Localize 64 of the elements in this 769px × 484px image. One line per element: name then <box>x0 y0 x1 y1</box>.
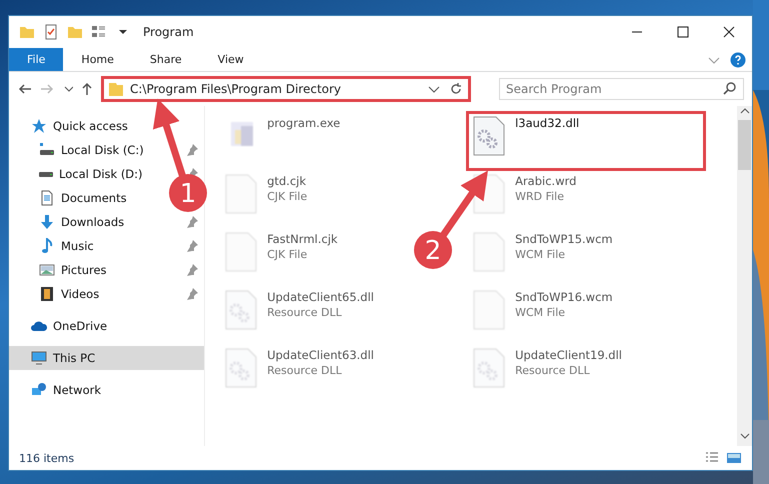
annotation-badge: 1 <box>169 174 207 212</box>
music-note-icon <box>39 238 55 254</box>
download-arrow-icon <box>39 214 55 230</box>
drive-icon <box>39 172 53 176</box>
document-icon <box>39 190 55 206</box>
pin-icon <box>186 264 198 276</box>
annotation-badge: 2 <box>414 231 452 269</box>
sidebar-item[interactable]: Documents <box>9 186 133 210</box>
monitor-icon <box>31 350 47 366</box>
file-item[interactable]: SndToWP16.wcm WCM File <box>467 286 617 344</box>
sidebar-item[interactable]: Videos <box>9 282 106 306</box>
address-bar[interactable]: C:\Program Files\Program Directory <box>101 76 471 102</box>
ribbon-tab[interactable]: Share <box>132 48 200 71</box>
file-item[interactable]: UpdateClient63.dll Resource DLL <box>219 344 378 402</box>
file-item[interactable]: UpdateClient19.dll Resource DLL <box>467 344 626 402</box>
ribbon-tab[interactable]: View <box>200 48 262 71</box>
drive-icon <box>39 142 55 158</box>
close-icon <box>721 24 737 40</box>
properties-icon <box>91 24 107 40</box>
minimize-icon <box>632 31 642 33</box>
item-count: 116 items <box>19 452 74 464</box>
sidebar-item[interactable]: Network <box>9 378 108 402</box>
ribbon-tab[interactable]: File <box>9 48 64 71</box>
gear-file-icon <box>471 348 508 388</box>
file-item[interactable]: gtd.cjk CJK File <box>219 170 312 228</box>
file-item[interactable]: Arabic.wrd WRD File <box>467 170 580 228</box>
file-item[interactable]: SndToWP15.wcm WCM File <box>467 228 617 286</box>
gear-file-icon <box>471 116 508 156</box>
checklist-icon <box>43 24 59 40</box>
sidebar-item[interactable]: OneDrive <box>9 314 114 338</box>
pin-icon <box>186 144 198 156</box>
network-icon <box>31 382 47 398</box>
help-icon <box>730 52 746 68</box>
sidebar-item[interactable]: Local Disk (C:) <box>9 138 150 162</box>
ribbon-tab[interactable]: Home <box>63 48 132 71</box>
tiles-view-icon <box>726 450 742 466</box>
blank-file-icon <box>471 174 508 214</box>
pin-icon <box>186 288 198 300</box>
sidebar-item[interactable]: Quick access <box>9 114 134 138</box>
landscape-icon <box>39 262 55 278</box>
sidebar-item[interactable]: Pictures <box>9 258 113 282</box>
sidebar-item[interactable]: Local Disk (D:) <box>9 162 149 186</box>
pin-icon <box>186 216 198 228</box>
pin-icon <box>186 240 198 252</box>
gear-file-icon <box>223 290 260 330</box>
file-item[interactable]: l3aud32.dll <box>467 112 706 170</box>
maximize-icon <box>675 24 691 40</box>
file-item[interactable]: UpdateClient65.dll Resource DLL <box>219 286 378 344</box>
window-title: Program <box>143 25 194 39</box>
folder-icon <box>108 81 124 97</box>
scrollbar-thumb[interactable] <box>738 120 752 170</box>
folder-icon <box>19 24 35 40</box>
gear-file-icon <box>223 348 260 388</box>
file-item[interactable]: program.exe <box>219 112 344 170</box>
sidebar-item[interactable]: Music <box>9 234 100 258</box>
file-item[interactable]: FastNrml.cjk CJK File <box>219 228 342 286</box>
scrollbar[interactable] <box>737 106 752 446</box>
star-icon <box>31 118 47 134</box>
film-icon <box>39 286 55 302</box>
search-icon <box>722 81 738 97</box>
sidebar-item[interactable]: Downloads <box>9 210 130 234</box>
search-field[interactable]: Search Program <box>499 78 744 100</box>
sidebar-item[interactable]: This PC <box>9 346 204 370</box>
folder-icon <box>67 24 83 40</box>
